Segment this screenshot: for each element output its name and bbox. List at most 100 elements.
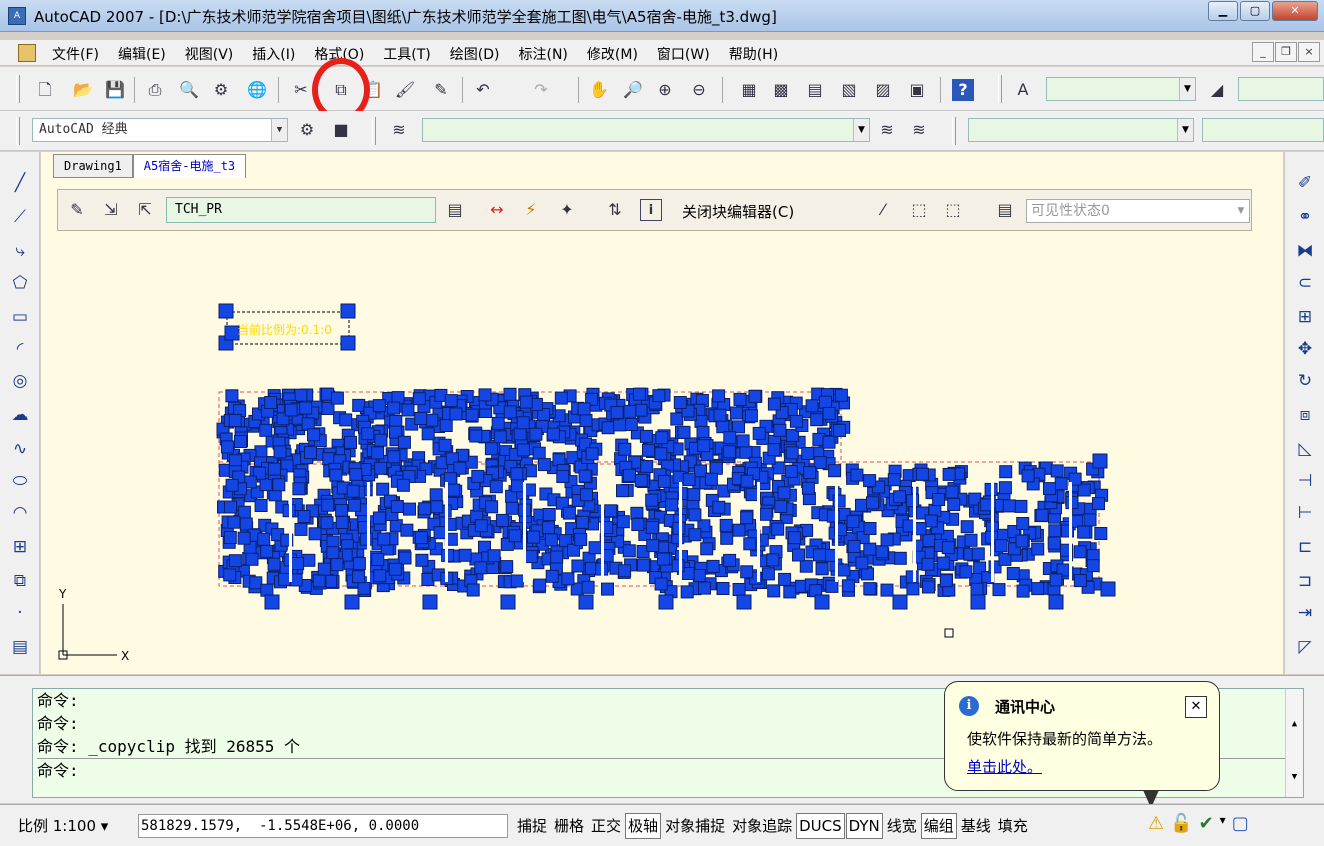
insert-block-icon[interactable]: ⊞: [9, 536, 31, 558]
block-editor-icon[interactable]: ✎: [430, 79, 452, 101]
menu-item[interactable]: 修改(M): [587, 44, 638, 64]
workspace-settings-icon[interactable]: ⚙: [296, 119, 318, 141]
chamfer-icon[interactable]: ◸: [1294, 636, 1316, 658]
dim-style-select[interactable]: [1238, 77, 1324, 101]
status-menu-icon[interactable]: ▾: [1220, 813, 1226, 834]
document-icon[interactable]: [18, 44, 36, 62]
point-icon[interactable]: ·: [9, 602, 31, 624]
toolbar-grip[interactable]: [16, 75, 20, 103]
properties-icon[interactable]: ▦: [738, 79, 760, 101]
menu-item[interactable]: 插入(I): [252, 44, 295, 64]
info-icon[interactable]: i: [640, 199, 662, 221]
visibility-state-select[interactable]: 可见性状态0 ▼: [1026, 199, 1250, 223]
coordinate-readout[interactable]: 581829.1579, -1.5548E+06, 0.0000: [138, 814, 508, 838]
erase-icon[interactable]: ✐: [1294, 172, 1316, 194]
workspace-select[interactable]: AutoCAD 经典 ▼: [32, 118, 288, 142]
menu-item[interactable]: 视图(V): [185, 44, 234, 64]
edit-block-icon[interactable]: ✎: [66, 199, 88, 221]
status-toggle-button[interactable]: DUCS: [796, 813, 845, 839]
doc-close-button[interactable]: ×: [1298, 42, 1320, 62]
status-toggle-button[interactable]: 对象捕捉: [662, 813, 728, 839]
polyline-icon[interactable]: ⤷: [9, 240, 31, 262]
make-visible-icon[interactable]: ⬚: [908, 199, 930, 221]
help-icon[interactable]: ?: [952, 79, 974, 101]
layer-manager-icon[interactable]: ≋: [388, 119, 410, 141]
circle-icon[interactable]: ◎: [9, 370, 31, 392]
parameter-icon[interactable]: ↔: [486, 199, 508, 221]
balloon-link[interactable]: 单击此处。: [967, 756, 1042, 777]
minimize-button[interactable]: ▁: [1208, 1, 1238, 21]
annotation-scale[interactable]: 比例 1:100 ▾: [18, 815, 108, 836]
cut-icon[interactable]: ✂: [290, 79, 312, 101]
rotate-icon[interactable]: ↻: [1294, 370, 1316, 392]
dim-style-icon[interactable]: ◢: [1206, 79, 1228, 101]
tab-drawing1[interactable]: Drawing1: [53, 154, 133, 178]
workspace-save-icon[interactable]: ■: [330, 119, 352, 141]
doc-minimize-button[interactable]: _: [1252, 42, 1274, 62]
drawing-canvas[interactable]: 当前比例为:0.1:0 Y X Drawing1 A5宿舍-电施_t3 ✎ ⇲ ⇱ …: [41, 152, 1283, 674]
redo-icon[interactable]: ↷: [530, 79, 552, 101]
zoom-realtime-icon[interactable]: 🔎: [622, 79, 644, 101]
doc-restore-button[interactable]: ❐: [1275, 42, 1297, 62]
tab-a5-dorm[interactable]: A5宿舍-电施_t3: [132, 154, 247, 178]
spline-icon[interactable]: ∿: [9, 438, 31, 460]
menu-item[interactable]: 文件(F): [52, 44, 99, 64]
action-icon[interactable]: ⚡: [520, 199, 542, 221]
sheet-set-icon[interactable]: ▧: [838, 79, 860, 101]
mirror-icon[interactable]: ⧓: [1294, 240, 1316, 262]
trim-icon[interactable]: ⊣: [1294, 470, 1316, 492]
authoring-palettes-icon[interactable]: ▤: [444, 199, 466, 221]
comm-center-icon[interactable]: ✔: [1199, 813, 1214, 834]
revision-cloud-icon[interactable]: ☁: [9, 404, 31, 426]
parameter-set-icon[interactable]: ✦: [556, 199, 578, 221]
status-toggle-button[interactable]: 基线: [958, 813, 994, 839]
command-scrollbar[interactable]: ▲ ▼: [1285, 689, 1303, 797]
save-block-as-icon[interactable]: ⇱: [134, 199, 156, 221]
linetype-select[interactable]: [1202, 118, 1324, 142]
array-icon[interactable]: ⊞: [1294, 306, 1316, 328]
plot-icon[interactable]: ⎙: [144, 79, 166, 101]
lock-icon[interactable]: 🔓: [1170, 813, 1192, 834]
scale-icon[interactable]: ⧈: [1294, 404, 1316, 426]
color-select[interactable]: ▼: [968, 118, 1194, 142]
rectangle-icon[interactable]: ▭: [9, 306, 31, 328]
zoom-previous-icon[interactable]: ⊖: [688, 79, 710, 101]
layer-select[interactable]: ▼: [422, 118, 870, 142]
maximize-button[interactable]: ▢: [1240, 1, 1270, 21]
visibility-mode-icon[interactable]: ⬚: [942, 199, 964, 221]
make-block-icon[interactable]: ⧉: [9, 570, 31, 592]
pan-icon[interactable]: ✋: [588, 79, 610, 101]
status-toggle-button[interactable]: 对象追踪: [729, 813, 795, 839]
menu-item[interactable]: 标注(N): [519, 44, 568, 64]
ellipse-icon[interactable]: ⬭: [9, 470, 31, 492]
plot-preview-icon[interactable]: 🔍: [178, 79, 200, 101]
update-icon[interactable]: ⇅: [604, 199, 626, 221]
hatch-icon[interactable]: ▤: [9, 636, 31, 658]
stretch-icon[interactable]: ◺: [1294, 438, 1316, 460]
new-file-icon[interactable]: 🗋: [34, 79, 56, 101]
toolbar-grip[interactable]: [952, 117, 956, 145]
extend-icon[interactable]: ⊢: [1294, 502, 1316, 524]
toolbar-grip[interactable]: [16, 117, 20, 145]
text-style-select[interactable]: ▼: [1046, 77, 1196, 101]
tool-palettes-icon[interactable]: ▤: [804, 79, 826, 101]
arc-icon[interactable]: ◜: [9, 338, 31, 360]
break-at-point-icon[interactable]: ⊏: [1294, 536, 1316, 558]
match-properties-icon[interactable]: 🖌: [394, 79, 416, 101]
menu-item[interactable]: 帮助(H): [729, 44, 778, 64]
status-toggle-button[interactable]: 捕捉: [514, 813, 550, 839]
save-block-icon[interactable]: ⇲: [100, 199, 122, 221]
menu-item[interactable]: 工具(T): [383, 44, 430, 64]
move-icon[interactable]: ✥: [1294, 338, 1316, 360]
save-icon[interactable]: 💾: [104, 79, 126, 101]
close-block-editor-button[interactable]: 关闭块编辑器(C): [682, 201, 794, 222]
status-toggle-button[interactable]: 正交: [588, 813, 624, 839]
toolbar-grip[interactable]: [372, 117, 376, 145]
visibility-states-icon[interactable]: ▤: [994, 199, 1016, 221]
make-invisible-icon[interactable]: ⁄: [872, 199, 894, 221]
status-toggle-button[interactable]: 填充: [995, 813, 1031, 839]
etransmit-icon[interactable]: 🌐: [246, 79, 268, 101]
offset-icon[interactable]: ⊂: [1294, 272, 1316, 294]
calculator-icon[interactable]: ▣: [906, 79, 928, 101]
zoom-window-icon[interactable]: ⊕: [654, 79, 676, 101]
